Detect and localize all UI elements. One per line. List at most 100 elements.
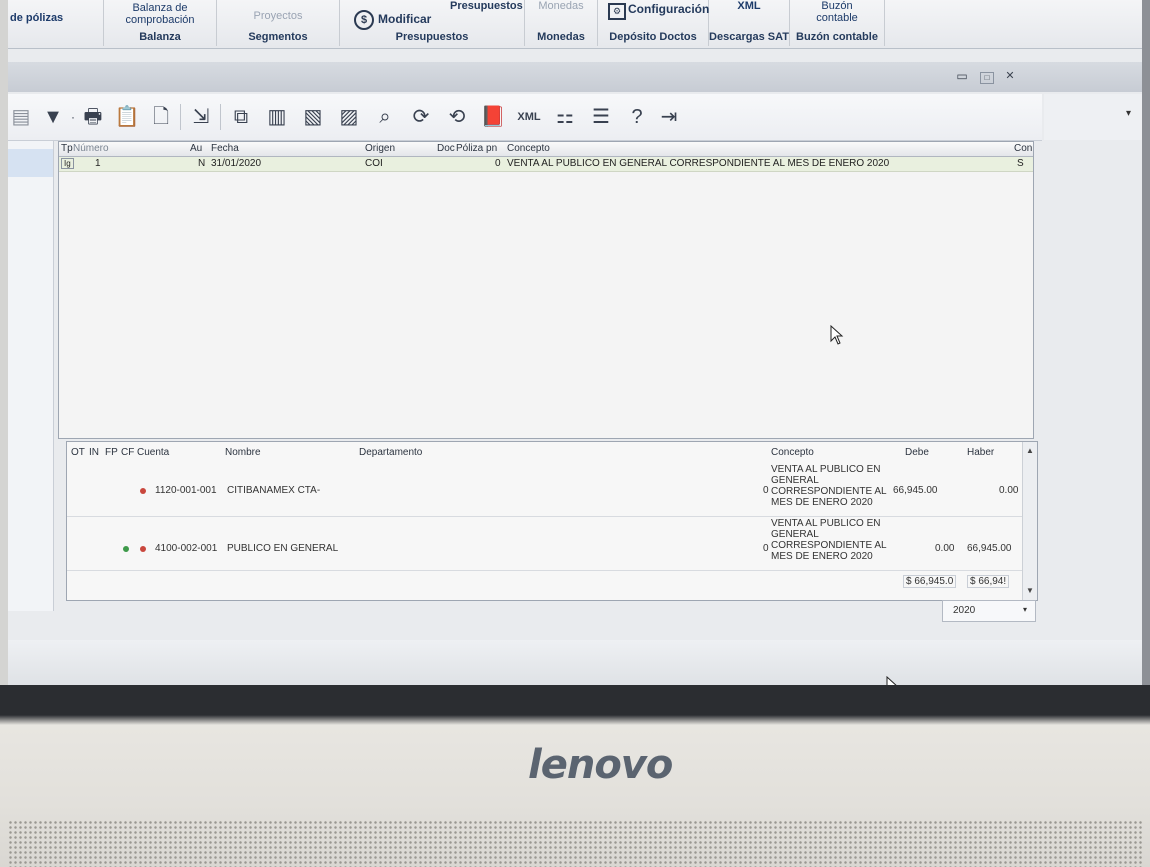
dollar-circle-icon: $ (354, 10, 374, 30)
notes-icon[interactable]: ☰ (588, 104, 614, 130)
left-pane-selected-item[interactable] (8, 149, 53, 177)
ribbon-group-segmentos[interactable]: Proyectos Segmentos (217, 0, 340, 46)
exchange-money-icon[interactable]: ⟲ (444, 104, 470, 130)
status-dot-red (140, 488, 146, 494)
status-bar (8, 640, 1142, 685)
table-row[interactable]: 4100-002-001 PUBLICO EN GENERAL 0 VENTA … (67, 518, 1022, 571)
import-icon[interactable]: ⇲ (188, 104, 214, 130)
ribbon-group-deposito[interactable]: ⚙ Configuración Depósito Doctos (598, 0, 709, 46)
row-numero: 1 (95, 158, 101, 169)
ribbon-xml-button[interactable]: XML (709, 0, 789, 12)
toolbar-overflow: ▾ (1044, 94, 1142, 140)
scroll-down-icon[interactable]: ▼ (1026, 586, 1034, 595)
hierarchy-icon[interactable]: ⚏ (552, 104, 578, 130)
maximize-icon[interactable]: □ (980, 72, 994, 84)
polizas-grid: Tp Número Au Fecha Origen Doc Póliza pn … (58, 141, 1034, 439)
row-prefix: 0 (763, 485, 769, 496)
ribbon-configuracion-button[interactable]: Configuración (628, 2, 709, 16)
col-origen[interactable]: Origen (365, 143, 395, 154)
col-ot[interactable]: OT (71, 447, 85, 458)
ribbon-segmentos-group-label: Segmentos (248, 31, 308, 43)
row-concepto: VENTA AL PUBLICO EN GENERAL CORRESPONDIE… (771, 518, 887, 562)
ribbon-monedas-group-label: Monedas (537, 31, 585, 43)
report-edit-icon[interactable]: ▧ (300, 104, 326, 130)
ribbon-group-monedas[interactable]: Monedas Monedas (525, 0, 598, 46)
col-doc[interactable]: Doc (437, 143, 455, 154)
row-haber: 0.00 (999, 485, 1019, 496)
book-icon[interactable]: 📕 (480, 104, 506, 130)
ribbon-polizas-label: de pólizas (10, 12, 64, 24)
status-dot-green (123, 546, 129, 552)
col-concepto[interactable]: Concepto (771, 447, 814, 458)
ribbon-monedas-button[interactable]: Monedas (525, 0, 597, 12)
xml-icon[interactable]: XML (516, 104, 542, 130)
ribbon-group-balanza[interactable]: Balanza de comprobación Balanza (104, 0, 217, 46)
status-dot-red (140, 546, 146, 552)
configuration-icon: ⚙ (608, 3, 626, 20)
row-prefix: 0 (763, 543, 769, 554)
movimientos-scrollbar[interactable]: ▲ ▼ (1022, 442, 1037, 600)
col-departamento[interactable]: Departamento (359, 447, 422, 458)
mouse-cursor-icon (830, 325, 844, 345)
row-origen: COI (365, 158, 383, 169)
row-concepto: VENTA AL PUBLICO EN GENERAL CORRESPONDIE… (507, 158, 890, 169)
row-con: S (1017, 158, 1024, 169)
chevron-down-icon[interactable]: ▾ (1023, 605, 1027, 614)
col-tipo[interactable]: Tp (61, 143, 73, 154)
ribbon: de pólizas Balanza de comprobación Balan… (8, 0, 1142, 49)
ribbon-descargas-group-label: Descargas SAT (709, 31, 789, 43)
minimize-icon[interactable]: ▭ (956, 70, 968, 82)
col-poliza[interactable]: Póliza pn (456, 143, 497, 154)
ribbon-group-buzon[interactable]: Buzón contable Buzón contable (790, 0, 885, 46)
col-numero[interactable]: Número (73, 143, 109, 154)
close-icon[interactable]: ✕ (1004, 71, 1016, 82)
report-find-icon[interactable]: ⌕ (372, 104, 398, 130)
ribbon-group-descargas[interactable]: XML Descargas SAT (709, 0, 790, 46)
row-nombre: PUBLICO EN GENERAL (227, 543, 339, 554)
report-search-icon[interactable]: ▨ (336, 104, 362, 130)
col-fp[interactable]: FP (105, 447, 118, 458)
col-con[interactable]: Con (1014, 143, 1032, 154)
year-select[interactable]: 2020 ▾ (942, 600, 1036, 622)
ribbon-proyectos-button[interactable]: Proyectos (217, 10, 339, 22)
row-haber: 66,945.00 (967, 543, 1012, 554)
col-cuenta[interactable]: Cuenta (137, 447, 169, 458)
movimientos-grid: OT IN FP CF Cuenta Nombre Departamento C… (66, 441, 1038, 601)
row-poliza: 0 (495, 158, 501, 169)
ribbon-modificar-button[interactable]: Modificar (378, 12, 431, 26)
report-icon[interactable]: ▥ (264, 104, 290, 130)
col-concepto[interactable]: Concepto (507, 143, 550, 154)
totals-row: $ 66,945.0 $ 66,94! (67, 572, 1022, 590)
polizas-grid-header: Tp Número Au Fecha Origen Doc Póliza pn … (59, 142, 1033, 157)
copy-icon[interactable]: ⧉ (228, 104, 254, 130)
col-au[interactable]: Au (190, 143, 202, 154)
row-nombre: CITIBANAMEX CTA- (227, 485, 321, 496)
clipboard-icon[interactable]: 📋 (114, 104, 140, 130)
col-debe[interactable]: Debe (905, 447, 929, 458)
year-select-value: 2020 (953, 605, 976, 616)
col-fecha[interactable]: Fecha (211, 143, 239, 154)
speaker-grille (8, 820, 1142, 867)
left-pane (8, 141, 54, 611)
table-row[interactable]: Ig 1 N 31/01/2020 COI 0 VENTA AL PUBLICO… (59, 157, 1033, 172)
col-cf[interactable]: CF (121, 447, 134, 458)
refresh-money-icon[interactable]: ⟳ (408, 104, 434, 130)
ribbon-balanza-button[interactable]: Balanza de comprobación (104, 2, 216, 26)
toolbar-overflow-icon[interactable]: ▾ (1126, 108, 1131, 119)
window-title-bar: ▭ □ ✕ (8, 62, 1142, 92)
help-icon[interactable]: ? (624, 104, 650, 130)
ribbon-presupuestos-button[interactable]: Presupuestos (450, 0, 523, 12)
document-icon[interactable]: ▤ (8, 104, 34, 130)
print-icon[interactable]: 🖶 (80, 104, 106, 130)
exit-icon[interactable]: ⇥ (656, 104, 682, 130)
ribbon-group-polizas[interactable]: de pólizas (8, 0, 104, 46)
new-document-icon[interactable]: 🗋 (148, 104, 174, 130)
col-nombre[interactable]: Nombre (225, 447, 261, 458)
ribbon-group-presupuestos[interactable]: $ Modificar Presupuestos Presupuestos (340, 0, 525, 46)
col-in[interactable]: IN (89, 447, 99, 458)
ribbon-buzon-button[interactable]: Buzón contable (790, 0, 884, 24)
scroll-up-icon[interactable]: ▲ (1026, 446, 1034, 455)
table-row[interactable]: 1120-001-001 CITIBANAMEX CTA- 0 VENTA AL… (67, 464, 1022, 517)
col-haber[interactable]: Haber (967, 447, 994, 458)
row-cuenta: 4100-002-001 (155, 543, 218, 554)
